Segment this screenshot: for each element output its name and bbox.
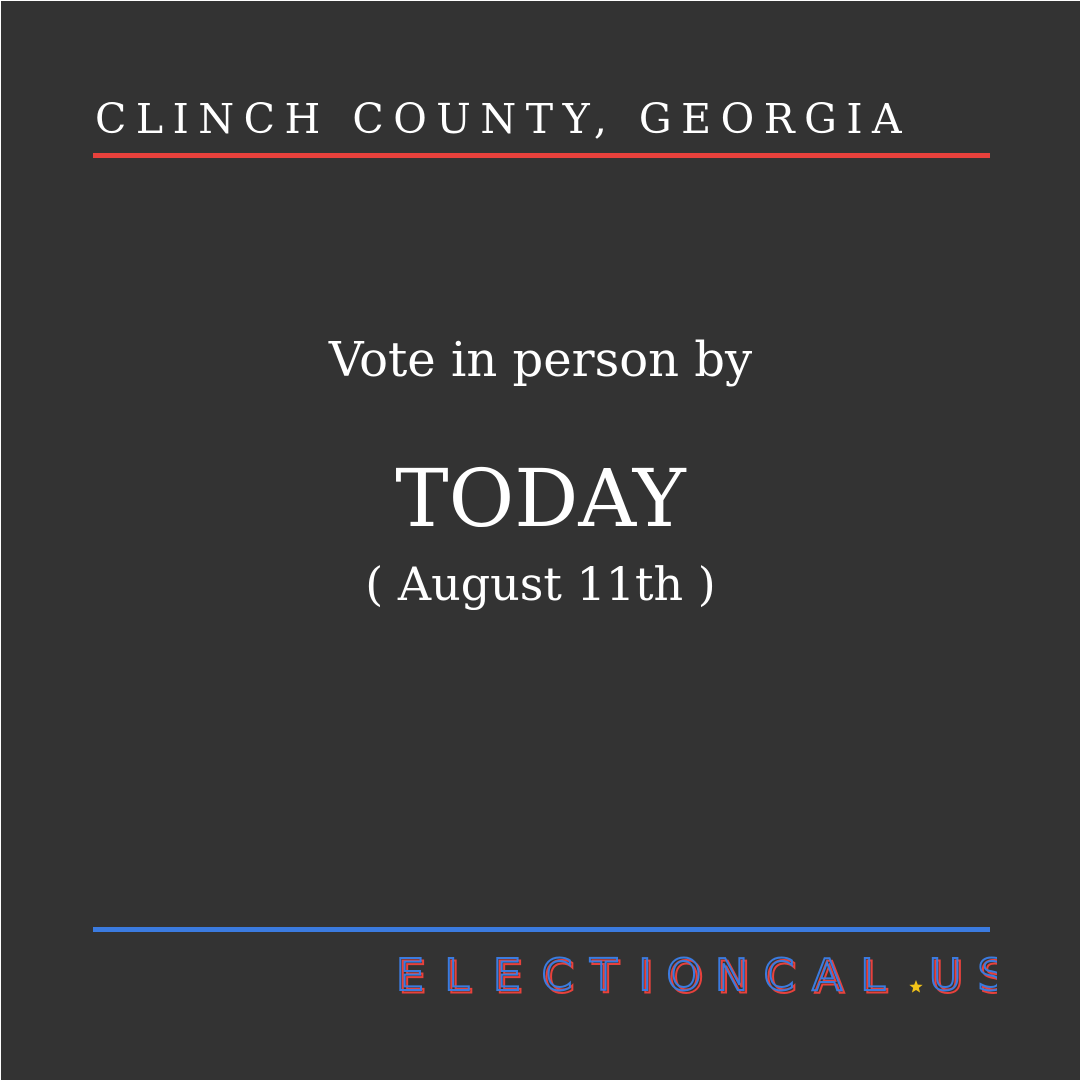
date-text: ( August 11th ) xyxy=(365,557,716,611)
star-icon xyxy=(909,980,923,993)
brand-letter: CC xyxy=(541,951,576,1001)
top-divider xyxy=(93,153,990,158)
svg-text:C: C xyxy=(542,951,573,1001)
region-title: CLINCH COUNTY, GEORGIA xyxy=(95,95,912,143)
brand-letter: LL xyxy=(860,951,890,1001)
brand-letter: EE xyxy=(397,951,427,1001)
svg-text:A: A xyxy=(812,951,842,1001)
brand-letter: LL xyxy=(444,951,474,1001)
brand-letter: EE xyxy=(492,951,524,1001)
election-card: CLINCH COUNTY, GEORGIA Vote in person by… xyxy=(1,1,1080,1080)
brand-suffix-letter: UU xyxy=(928,951,965,1001)
svg-text:N: N xyxy=(715,951,748,1001)
brand-letter: AA xyxy=(811,951,846,1001)
brand-letter: NN xyxy=(714,951,751,1001)
svg-text:S: S xyxy=(978,951,998,1001)
svg-text:T: T xyxy=(589,951,617,1001)
svg-text:C: C xyxy=(764,951,795,1001)
brand-letter: II xyxy=(638,951,655,1001)
svg-text:I: I xyxy=(639,951,652,1001)
svg-text:E: E xyxy=(493,951,521,1001)
brand-letter: TT xyxy=(588,951,621,1001)
brand-letter: CC xyxy=(763,951,798,1001)
svg-text:U: U xyxy=(929,951,961,1001)
brand-letter: OO xyxy=(666,951,705,1001)
electioncal-logo: EE LL EE CC TT II OO NN CC AA LL UU SS xyxy=(397,951,997,1001)
brand-wordmark: EE LL EE CC TT II OO NN CC AA LL UU SS xyxy=(397,951,997,1001)
deadline-text: TODAY xyxy=(395,452,686,545)
svg-text:E: E xyxy=(397,951,424,1001)
bottom-divider xyxy=(93,927,990,932)
lead-text: Vote in person by xyxy=(328,332,753,388)
svg-text:L: L xyxy=(861,951,886,1001)
svg-text:O: O xyxy=(667,951,702,1001)
svg-text:L: L xyxy=(445,951,470,1001)
brand-suffix-letter: SS xyxy=(977,951,998,1001)
